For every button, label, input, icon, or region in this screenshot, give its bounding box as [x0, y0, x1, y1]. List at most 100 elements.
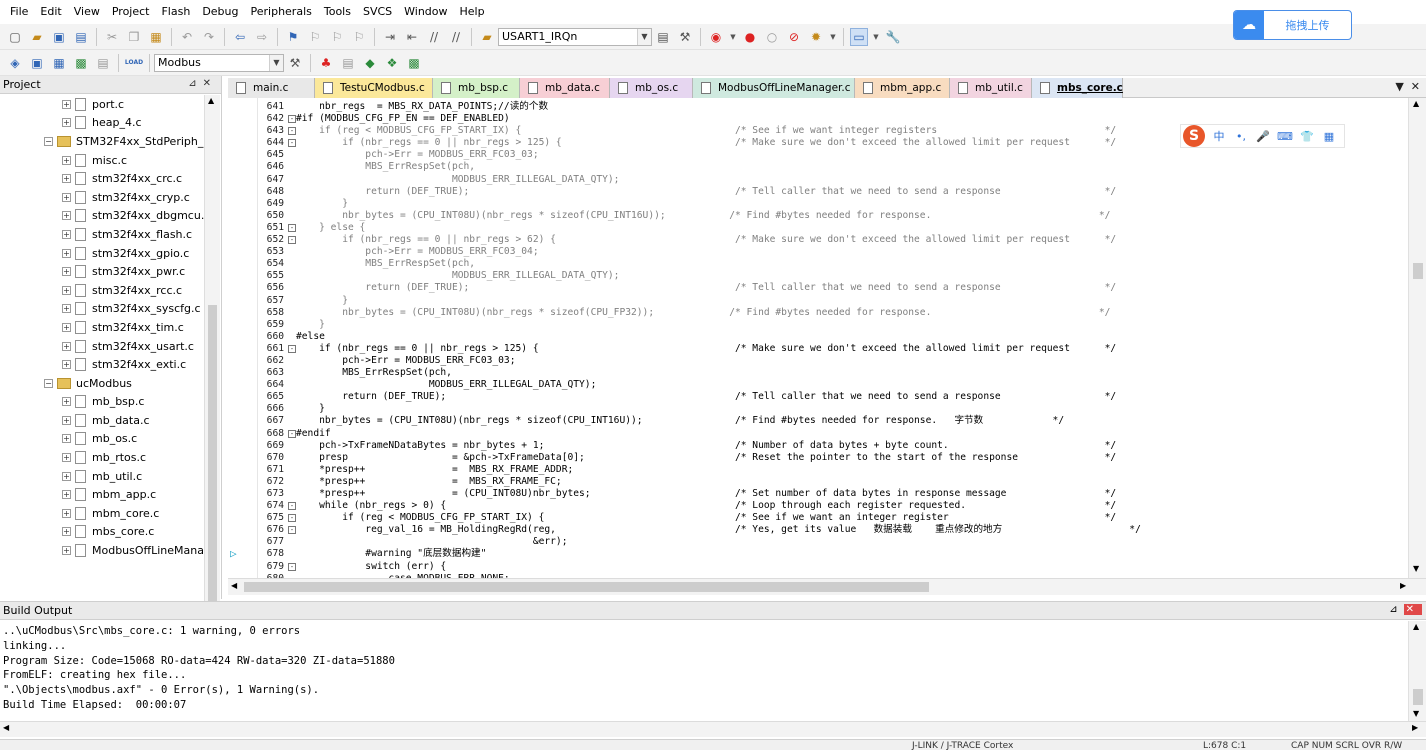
expand-icon[interactable]: + — [62, 471, 71, 481]
code-line[interactable]: 671 *presp++ = MBS_RX_FRAME_ADDR; — [258, 464, 1408, 476]
collapse-icon[interactable]: − — [44, 378, 53, 388]
chevron-down-icon[interactable]: ▼ — [637, 28, 651, 45]
cut-icon[interactable]: ✂ — [103, 28, 121, 46]
scroll-up-icon[interactable]: ▲ — [208, 96, 214, 105]
code-line[interactable]: 656 return (DEF_TRUE); /* Tell caller th… — [258, 282, 1408, 294]
fold-icon[interactable]: - — [288, 344, 296, 353]
clear-bookmarks-icon[interactable]: ⚐ — [350, 28, 368, 46]
fold-icon[interactable]: - — [288, 562, 296, 571]
expand-icon[interactable]: + — [62, 211, 71, 221]
window-layout-icon[interactable]: ▭ — [850, 27, 868, 46]
batch-build-icon[interactable]: ▩ — [72, 54, 90, 72]
chevron-down-icon[interactable]: ▼ — [872, 28, 880, 46]
tree-file[interactable]: + mbm_app.c — [0, 485, 204, 504]
code-line[interactable]: 653 pch->Err = MODBUS_ERR_FC03_04; — [258, 246, 1408, 258]
code-line[interactable]: 662 pch->Err = MODBUS_ERR_FC03_03; — [258, 355, 1408, 367]
menu-file[interactable]: File — [4, 0, 34, 24]
enable-breakpoint-icon[interactable]: ○ — [763, 28, 781, 46]
pin-icon[interactable]: ⊿ — [188, 78, 202, 89]
tab-list-icon[interactable]: ▼ — [1395, 80, 1403, 93]
tree-file[interactable]: + stm32f4xx_cryp.c — [0, 188, 204, 207]
code-line[interactable]: 658 nbr_bytes = (CPU_INT08U)(nbr_regs * … — [258, 307, 1408, 319]
voice-input-icon[interactable]: 🎤 — [1252, 130, 1274, 143]
unindent-icon[interactable]: ⇤ — [403, 28, 421, 46]
redo-icon[interactable]: ↷ — [200, 28, 218, 46]
tree-file[interactable]: + stm32f4xx_syscfg.c — [0, 300, 204, 319]
menu-peripherals[interactable]: Peripherals — [245, 0, 318, 24]
editor-tab[interactable]: ModbusOffLineManager.c — [693, 78, 855, 98]
scroll-down-icon[interactable]: ▼ — [1413, 564, 1419, 573]
open-folder-icon[interactable]: ▰ — [28, 28, 46, 46]
tree-file[interactable]: + mb_data.c — [0, 411, 204, 430]
punctuation-icon[interactable]: •, — [1230, 130, 1252, 143]
next-bookmark-icon[interactable]: ⚐ — [328, 28, 346, 46]
tree-file[interactable]: + misc.c — [0, 151, 204, 170]
find-combo[interactable]: USART1_IRQn ▼ — [498, 27, 652, 46]
fold-icon[interactable]: - — [288, 223, 296, 232]
code-line[interactable]: 668- #endif — [258, 428, 1408, 440]
code-line[interactable]: 661- if (nbr_regs == 0 || nbr_regs > 125… — [258, 343, 1408, 355]
editor-vscrollbar[interactable]: ▲ ▼ — [1408, 98, 1426, 578]
code-line[interactable]: 665 return (DEF_TRUE); /* Tell caller th… — [258, 391, 1408, 403]
scrollbar-thumb[interactable] — [1413, 689, 1423, 705]
menu-window[interactable]: Window — [398, 0, 453, 24]
code-line[interactable]: 679- switch (err) { — [258, 561, 1408, 573]
scrollbar-thumb[interactable] — [1413, 263, 1423, 279]
code-line[interactable]: 675- if (reg < MODBUS_CFG_FP_START_IX) {… — [258, 512, 1408, 524]
uncomment-icon[interactable]: /∕ — [447, 28, 465, 46]
tree-file[interactable]: + stm32f4xx_rcc.c — [0, 281, 204, 300]
expand-icon[interactable]: + — [62, 341, 71, 351]
scroll-up-icon[interactable]: ▲ — [1413, 622, 1419, 631]
tree-file[interactable]: + stm32f4xx_dbgmcu.c — [0, 207, 204, 226]
tree-file[interactable]: + mb_rtos.c — [0, 448, 204, 467]
code-line[interactable]: 651- } else { — [258, 222, 1408, 234]
pack-installer-icon[interactable]: ❖ — [383, 54, 401, 72]
code-line[interactable]: 646 MBS_ErrRespSet(pch, — [258, 161, 1408, 173]
sogou-logo-icon[interactable]: S — [1183, 125, 1205, 147]
expand-icon[interactable]: + — [62, 267, 71, 277]
code-line[interactable]: 674- while (nbr_regs > 0) { /* Loop thro… — [258, 500, 1408, 512]
configure-icon[interactable]: 🔧 — [884, 28, 902, 46]
fold-icon[interactable]: - — [288, 429, 296, 438]
code-line[interactable]: 660 #else — [258, 331, 1408, 343]
editor-tab[interactable]: mb_data.c — [520, 78, 610, 98]
expand-icon[interactable]: + — [62, 99, 71, 109]
copy-icon[interactable]: ❐ — [125, 28, 143, 46]
save-all-icon[interactable]: ▤ — [72, 28, 90, 46]
tree-file[interactable]: + ModbusOffLineMana — [0, 541, 204, 560]
code-line[interactable]: 678 ▷ #warning "底层数据构建" — [230, 548, 1408, 560]
expand-icon[interactable]: + — [62, 546, 71, 556]
fold-icon[interactable]: - — [288, 115, 296, 124]
code-line[interactable]: 659 } — [258, 319, 1408, 331]
expand-icon[interactable]: + — [62, 192, 71, 202]
fold-icon[interactable]: - — [288, 514, 296, 523]
project-tree-scrollbar[interactable]: ▲ — [204, 95, 220, 633]
code-line[interactable]: 652- if (nbr_regs == 0 || nbr_regs > 62)… — [258, 234, 1408, 246]
kill-breakpoints-icon[interactable]: ✹ — [807, 28, 825, 46]
build-icon[interactable]: ▣ — [28, 54, 46, 72]
expand-icon[interactable]: + — [62, 434, 71, 444]
save-icon[interactable]: ▣ — [50, 28, 68, 46]
code-line[interactable]: 664 MODBUS_ERR_ILLEGAL_DATA_QTY); — [258, 379, 1408, 391]
build-output-hscrollbar[interactable]: ◀ ▶ — [0, 721, 1426, 737]
pin-icon[interactable]: ⊿ — [1389, 604, 1403, 615]
stop-build-icon[interactable]: ▤ — [94, 54, 112, 72]
editor-tab[interactable]: mbs_core.c — [1032, 78, 1123, 98]
editor-hscrollbar[interactable]: ◀ ▶ — [228, 578, 1426, 595]
expand-icon[interactable]: + — [62, 397, 71, 407]
expand-icon[interactable]: + — [62, 304, 71, 314]
expand-icon[interactable]: + — [62, 285, 71, 295]
upload-button[interactable]: ☁ 拖拽上传 — [1233, 10, 1352, 40]
editor-tab[interactable]: TestuCModbus.c — [315, 78, 433, 98]
translate-icon[interactable]: ◈ — [6, 54, 24, 72]
tree-group[interactable]: − STM32F4xx_StdPeriph_Dri — [0, 132, 204, 151]
fold-icon[interactable]: - — [288, 236, 296, 245]
code-line[interactable]: 649 } — [258, 198, 1408, 210]
expand-icon[interactable]: + — [62, 490, 71, 500]
code-line[interactable]: 654 MBS_ErrRespSet(pch, — [258, 258, 1408, 270]
incremental-find-icon[interactable]: ⚒ — [676, 28, 694, 46]
chevron-down-icon[interactable]: ▼ — [729, 28, 737, 46]
tree-file[interactable]: + mbm_core.c — [0, 504, 204, 523]
tree-file[interactable]: + mb_os.c — [0, 430, 204, 449]
expand-icon[interactable]: + — [62, 155, 71, 165]
